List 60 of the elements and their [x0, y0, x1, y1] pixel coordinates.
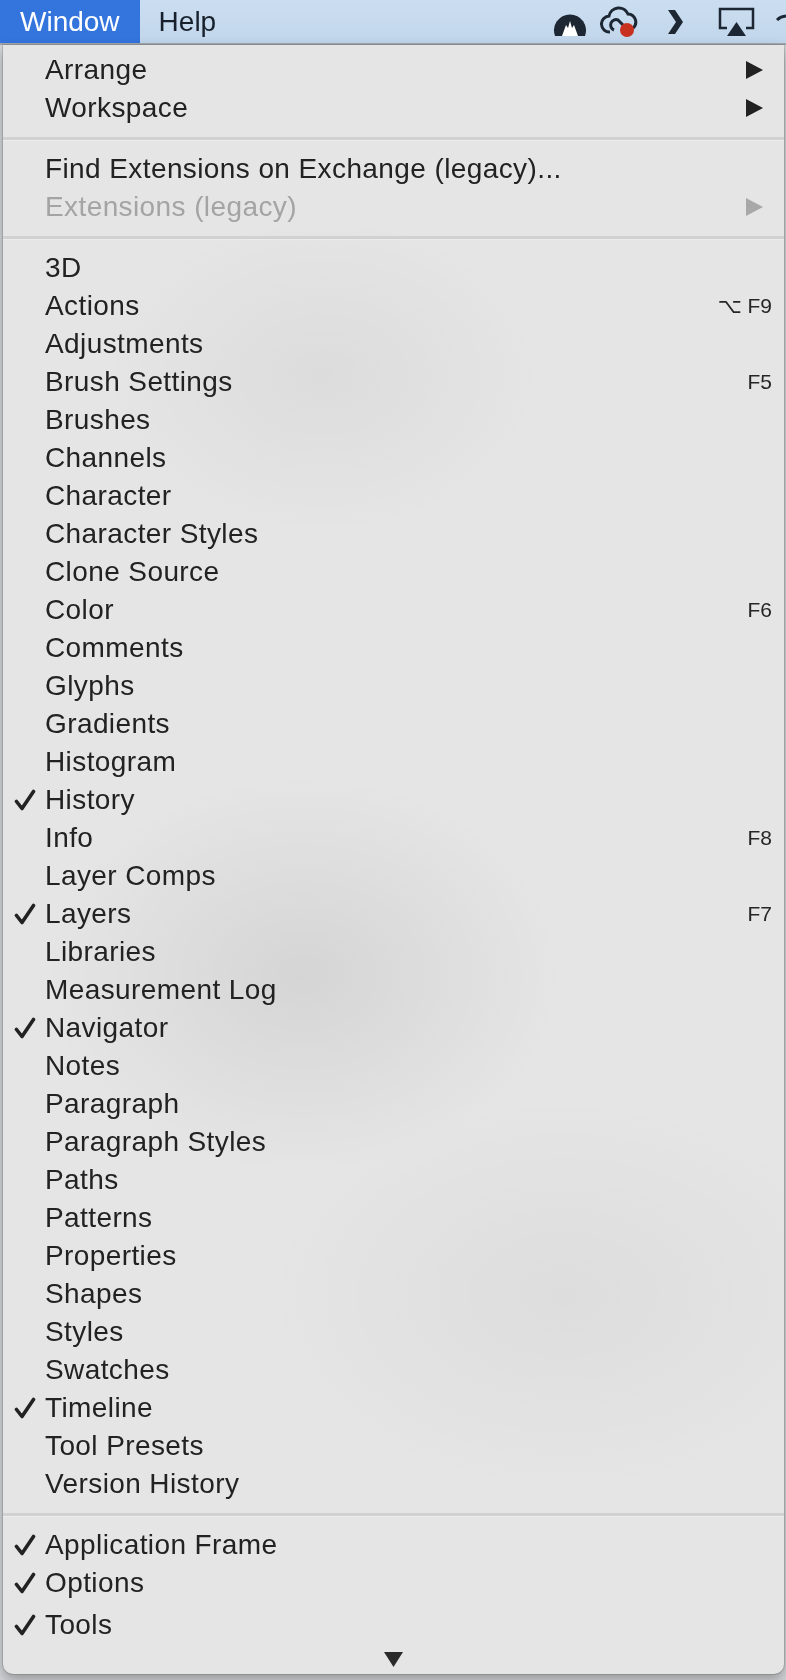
menu-item[interactable]: 3D	[3, 249, 784, 287]
menu-item[interactable]: Tool Presets	[3, 1427, 784, 1465]
menu-item[interactable]: Notes	[3, 1047, 784, 1085]
menu-item[interactable]: Libraries	[3, 933, 784, 971]
submenu-arrow-icon	[746, 61, 763, 79]
menu-item[interactable]: Layer Comps	[3, 857, 784, 895]
menu-item[interactable]: Paragraph	[3, 1085, 784, 1123]
keyboard-shortcut: F8	[747, 826, 772, 850]
menu-item[interactable]: Color F6	[3, 591, 784, 629]
menu-item[interactable]: Comments	[3, 629, 784, 667]
menu-item[interactable]: Options	[3, 1564, 784, 1602]
checkmark-icon	[14, 903, 36, 925]
menu-item[interactable]: Gradients	[3, 705, 784, 743]
menu-item[interactable]: Brushes	[3, 401, 784, 439]
menu-item[interactable]: Shapes	[3, 1275, 784, 1313]
checkmark-icon	[14, 1572, 36, 1594]
checkmark-icon	[14, 789, 36, 811]
menu-item[interactable]: Adjustments	[3, 325, 784, 363]
keyboard-shortcut: F7	[747, 902, 772, 926]
cloud-icon[interactable]	[600, 5, 638, 38]
checkmark-icon	[14, 1397, 36, 1419]
menu-item[interactable]: Character Styles	[3, 515, 784, 553]
menu-item[interactable]: Character	[3, 477, 784, 515]
menu-item[interactable]: Find Extensions on Exchange (legacy)...	[3, 150, 784, 188]
menu-item[interactable]: Info F8	[3, 819, 784, 857]
menu-bar-item[interactable]: Window	[0, 0, 140, 43]
menu-item[interactable]: Clone Source	[3, 553, 784, 591]
menu-item[interactable]: Version History	[3, 1465, 784, 1503]
menu-item[interactable]: Glyphs	[3, 667, 784, 705]
submenu-arrow-icon	[746, 198, 763, 216]
airplay-icon[interactable]	[718, 6, 755, 37]
checkmark-icon	[14, 1614, 36, 1636]
menu-item[interactable]: Swatches	[3, 1351, 784, 1389]
menu-item[interactable]: Measurement Log	[3, 971, 784, 1009]
menu-item[interactable]: Tools	[3, 1606, 784, 1644]
keyboard-shortcut: F5	[747, 370, 772, 394]
keyboard-shortcut: ⌥ F9	[717, 294, 772, 318]
menu-item[interactable]: Actions ⌥ F9	[3, 287, 784, 325]
menu-item[interactable]: Navigator	[3, 1009, 784, 1047]
menu-item[interactable]: Workspace	[3, 89, 784, 127]
keyboard-shortcut: F6	[747, 598, 772, 622]
menu-item[interactable]: Styles	[3, 1313, 784, 1351]
menu-item[interactable]: Layers F7	[3, 895, 784, 933]
scroll-down-arrow-icon[interactable]	[384, 1651, 403, 1667]
menu-item[interactable]: Paragraph Styles	[3, 1123, 784, 1161]
menu-bar-item[interactable]: Help	[139, 0, 236, 43]
submenu-arrow-icon	[746, 99, 763, 117]
menu-item[interactable]: Channels	[3, 439, 784, 477]
menu-item[interactable]: Timeline	[3, 1389, 784, 1427]
checkmark-icon	[14, 1017, 36, 1039]
chevron-right-icon[interactable]	[665, 8, 685, 35]
menu-item[interactable]: History	[3, 781, 784, 819]
menu-item[interactable]: Patterns	[3, 1199, 784, 1237]
menu-item[interactable]: Application Frame	[3, 1526, 784, 1564]
menu-item[interactable]: Paths	[3, 1161, 784, 1199]
menu-item[interactable]: Histogram	[3, 743, 784, 781]
menu-item[interactable]: Brush Settings F5	[3, 363, 784, 401]
menu-item[interactable]: Properties	[3, 1237, 784, 1275]
checkmark-icon	[14, 1534, 36, 1556]
menu-item[interactable]: Arrange	[3, 51, 784, 89]
